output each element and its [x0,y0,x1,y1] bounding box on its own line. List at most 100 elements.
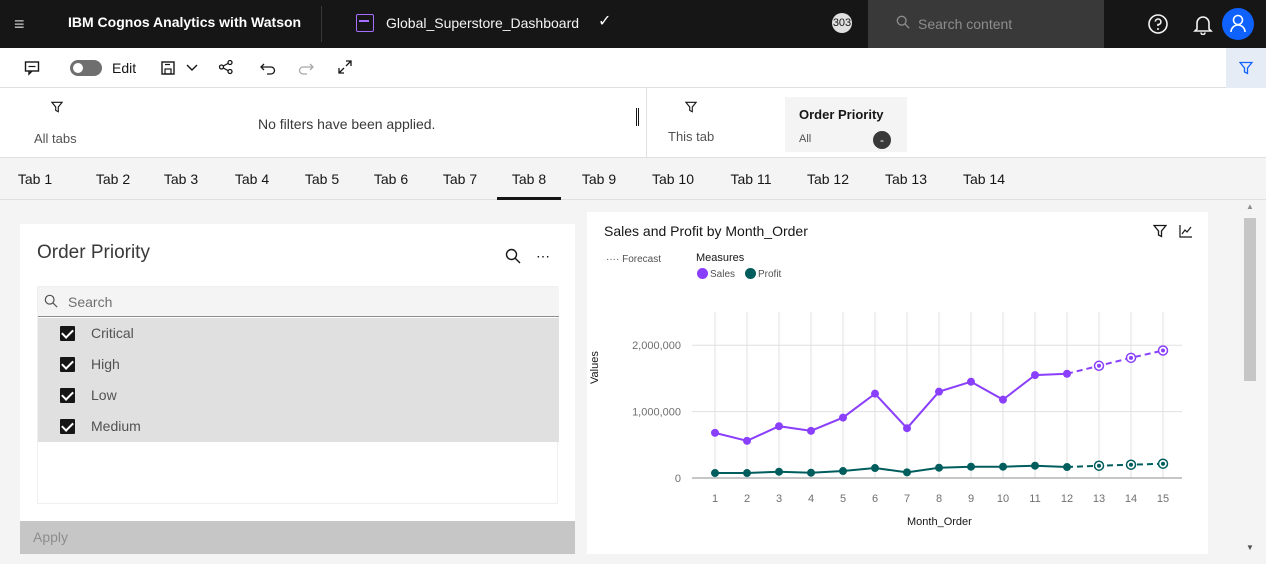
vertical-scrollbar[interactable]: ▲ ▼ [1240,200,1266,564]
x-tick-label: 3 [776,493,782,505]
filter-search-input[interactable] [68,292,468,312]
data-point-sales [1031,371,1039,380]
order-priority-filter-widget: Order Priority ⋯ Critical High Low [20,224,575,554]
data-point-sales [711,428,719,437]
this-tab-filter-area[interactable]: This tab Order Priority All - [646,88,1266,158]
checkbox-checked[interactable] [60,357,75,372]
data-point-profit [967,462,975,471]
order-priority-filter-chip[interactable]: Order Priority All - [785,97,907,152]
tab-3[interactable]: Tab 3 [156,158,206,200]
tab-10[interactable]: Tab 10 [645,158,701,200]
all-tabs-filter-icon [51,101,63,113]
edit-label[interactable]: Edit [112,58,136,78]
dashboard-icon [356,14,374,32]
all-tabs-filter-area[interactable]: All tabs No filters have been applied. [0,88,640,158]
scroll-up-arrow-icon[interactable]: ▲ [1246,202,1254,211]
checkbox-checked[interactable] [60,388,75,403]
forecast-point-center-sales [1097,363,1101,368]
forecast-point-center-profit [1129,462,1133,467]
forecast-point-center-profit [1097,463,1101,468]
x-tick-label: 2 [744,493,750,505]
data-point-sales [807,426,815,435]
dashboard-title[interactable]: Global_Superstore_Dashboard [386,15,579,31]
edit-mode-toggle[interactable] [70,60,102,76]
x-tick-label: 11 [1029,493,1040,505]
scrollbar-thumb[interactable] [1244,218,1256,381]
tab-11[interactable]: Tab 11 [723,158,779,200]
dashboard-canvas: Order Priority ⋯ Critical High Low [0,200,1240,564]
tab-9[interactable]: Tab 9 [574,158,624,200]
tab-13[interactable]: Tab 13 [878,158,934,200]
filter-item-high[interactable]: High [38,349,559,380]
tab-12[interactable]: Tab 12 [800,158,856,200]
this-tab-label: This tab [668,129,715,144]
data-point-profit [807,468,815,477]
tab-5[interactable]: Tab 5 [297,158,347,200]
forecast-line-sales [1066,349,1164,375]
data-point-profit [775,467,783,476]
y-tick-label: 2,000,000 [632,340,681,352]
tab-4[interactable]: Tab 4 [227,158,277,200]
chevron-down-icon[interactable]: ✓ [598,11,611,31]
chip-value: All [799,133,812,145]
dashboard-tabs: Tab 1 Tab 2 Tab 3 Tab 4 Tab 5 Tab 6 Tab … [0,158,1266,200]
data-point-profit [871,464,879,473]
series-line-profit [715,464,1068,475]
data-point-sales [839,413,847,422]
data-point-sales [903,424,911,433]
apply-button[interactable]: Apply [20,521,575,554]
user-icon [1230,14,1246,33]
hamburger-menu-icon[interactable]: ≡ [14,13,36,35]
help-icon[interactable] [1147,13,1169,35]
checkbox-checked[interactable] [60,326,75,341]
filter-item-medium[interactable]: Medium [38,411,559,442]
filter-search[interactable] [38,287,559,317]
notification-count-badge[interactable]: 303 [832,13,852,33]
forecast-line-profit [1066,462,1164,469]
scroll-down-arrow-icon[interactable]: ▼ [1246,543,1254,552]
data-point-sales [1063,369,1071,378]
all-tabs-label: All tabs [34,131,77,146]
x-tick-label: 1 [712,493,718,505]
tab-1[interactable]: Tab 1 [10,158,60,200]
tab-7[interactable]: Tab 7 [435,158,485,200]
x-tick-label: 14 [1125,493,1137,505]
filter-widget-title: Order Priority [37,242,150,263]
tab-2[interactable]: Tab 2 [88,158,138,200]
filter-item-critical[interactable]: Critical [38,318,559,349]
save-options-chevron-icon[interactable] [186,64,198,72]
filter-panel-toggle[interactable] [1226,48,1266,88]
checkbox-checked[interactable] [60,419,75,434]
forecast-point-center-profit [1161,461,1165,466]
x-tick-label: 6 [872,493,878,505]
filter-item-label: Medium [91,418,141,434]
redo-icon[interactable] [298,61,314,75]
save-icon[interactable] [160,60,176,76]
comment-icon[interactable] [24,60,40,76]
search-input[interactable] [918,12,1088,36]
x-tick-label: 4 [808,493,814,505]
tab-14[interactable]: Tab 14 [956,158,1012,200]
user-avatar[interactable] [1222,8,1254,40]
x-tick-label: 12 [1061,493,1073,505]
remove-filter-icon[interactable]: - [873,131,891,149]
notifications-bell-icon[interactable] [1192,13,1214,35]
product-name: IBM Cognos Analytics with Watson [68,14,302,30]
x-tick-label: 7 [904,493,910,505]
global-search[interactable] [868,0,1104,48]
overflow-menu-icon[interactable]: ⋯ [536,248,550,265]
filter-bar: All tabs No filters have been applied. T… [0,88,1266,158]
tab-8[interactable]: Tab 8 [497,158,561,200]
tab-6[interactable]: Tab 6 [366,158,416,200]
filter-item-low[interactable]: Low [38,380,559,411]
fullscreen-icon[interactable] [337,59,353,75]
filter-pane-resize-handle[interactable] [636,108,639,126]
filter-item-label: High [91,356,120,372]
filter-icon [1239,61,1253,75]
share-icon[interactable] [218,59,234,75]
widget-search-icon[interactable] [505,248,521,264]
undo-icon[interactable] [260,61,276,75]
data-point-sales [967,377,975,386]
x-tick-label: 8 [936,493,942,505]
filter-value-list: Critical High Low Medium [37,286,559,504]
